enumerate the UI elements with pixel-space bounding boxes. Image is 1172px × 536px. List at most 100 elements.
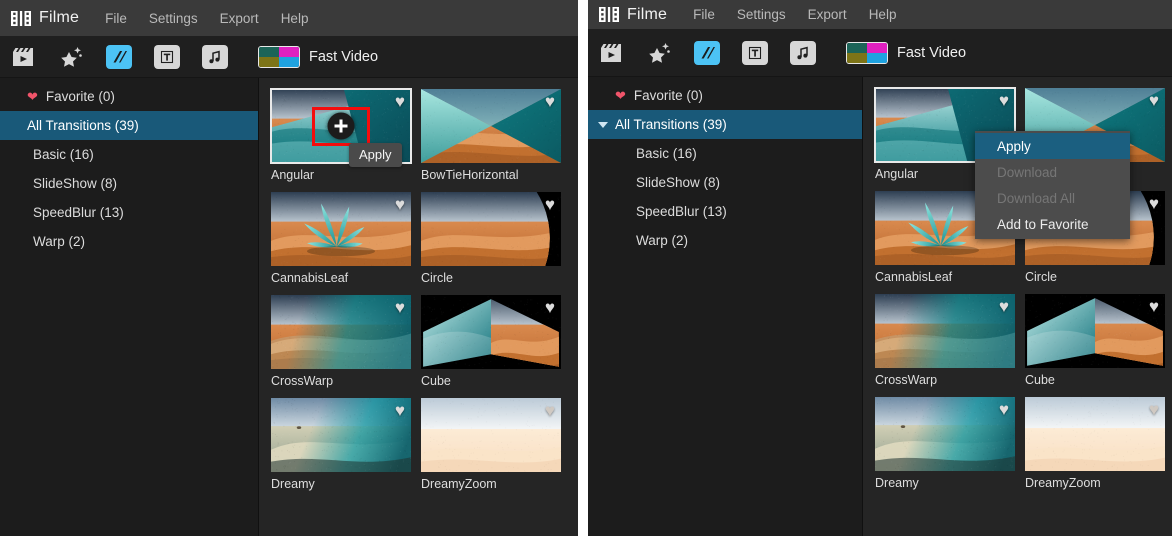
text-icon[interactable] — [154, 45, 180, 69]
menu-settings[interactable]: Settings — [737, 7, 786, 22]
transition-thumbnail[interactable]: ♥ — [271, 295, 411, 369]
app-brand: Filme — [11, 9, 79, 27]
fast-video-button[interactable]: Fast Video — [258, 46, 378, 68]
transition-card[interactable]: ♥ Dreamy — [271, 398, 411, 491]
favorite-heart-icon[interactable]: ♥ — [1149, 195, 1159, 212]
media-icon[interactable] — [598, 41, 624, 65]
transitions-icon[interactable] — [694, 41, 720, 65]
favorite-heart-icon[interactable]: ♥ — [545, 93, 555, 110]
menu-export[interactable]: Export — [220, 11, 259, 26]
transition-card[interactable]: ♥ Cube — [1025, 294, 1165, 387]
menu-settings[interactable]: Settings — [149, 11, 198, 26]
transition-thumbnail[interactable]: ♥ — [271, 192, 411, 266]
favorite-heart-icon[interactable]: ♥ — [395, 93, 405, 110]
transition-card[interactable]: ♥ Dreamy — [875, 397, 1015, 490]
transition-label: BowTieHorizontal — [421, 168, 561, 182]
right-body: ❤ Favorite (0) All Transitions (39) Basi… — [588, 77, 1172, 536]
transition-thumbnail[interactable]: ♥ — [1025, 397, 1165, 471]
app-title: Filme — [39, 9, 79, 27]
favorite-heart-icon[interactable]: ♥ — [395, 299, 405, 316]
sidebar-item-basic[interactable]: Basic (16) — [0, 140, 258, 169]
transition-thumbnail[interactable]: ♥ — [271, 398, 411, 472]
transition-label: DreamyZoom — [1025, 476, 1165, 490]
transition-card[interactable]: ♥ CrossWarp — [271, 295, 411, 388]
transition-thumbnail[interactable]: ♥ — [875, 397, 1015, 471]
favorite-heart-icon[interactable]: ♥ — [1149, 298, 1159, 315]
transition-thumbnail[interactable]: ♥ — [875, 294, 1015, 368]
sidebar-item-label: All Transitions (39) — [27, 118, 139, 133]
context-menu: Apply Download Download All Add to Favorite — [975, 131, 1130, 239]
menu-bar: Filme File Settings Export Help — [588, 0, 1172, 29]
fast-video-icon — [258, 46, 300, 68]
transition-label: Circle — [1025, 270, 1165, 284]
transition-card[interactable]: ♥ CannabisLeaf — [271, 192, 411, 285]
sidebar-item-label: Favorite (0) — [46, 89, 115, 104]
favorite-heart-icon[interactable]: ♥ — [999, 298, 1009, 315]
context-menu-item: Download All — [975, 185, 1130, 211]
sidebar-item-speedblur[interactable]: SpeedBlur (13) — [588, 197, 862, 226]
sidebar-item-favorite[interactable]: ❤ Favorite (0) — [588, 81, 862, 110]
text-icon[interactable] — [742, 41, 768, 65]
sidebar-item-warp[interactable]: Warp (2) — [0, 227, 258, 256]
transitions-icon[interactable] — [106, 45, 132, 69]
apply-tooltip: Apply — [349, 143, 402, 167]
transition-thumbnail[interactable]: ♥ — [421, 295, 561, 369]
favorite-heart-icon[interactable]: ♥ — [999, 92, 1009, 109]
app-brand: Filme — [599, 6, 667, 24]
audio-icon[interactable] — [202, 45, 228, 69]
favorite-heart-icon[interactable]: ♥ — [395, 196, 405, 213]
menu-help[interactable]: Help — [869, 7, 897, 22]
sidebar-item-label: SlideShow (8) — [636, 175, 720, 190]
transition-thumbnail[interactable]: ♥ — [421, 192, 561, 266]
sidebar: ❤ Favorite (0) All Transitions (39) Basi… — [0, 78, 259, 536]
transition-card[interactable]: ♥ CrossWarp — [875, 294, 1015, 387]
favorite-heart-icon[interactable]: ♥ — [999, 401, 1009, 418]
context-menu-item[interactable]: Apply — [975, 133, 1130, 159]
transition-label: CrossWarp — [271, 374, 411, 388]
favorite-heart-icon[interactable]: ♥ — [1149, 401, 1159, 418]
sidebar-item-label: Basic (16) — [33, 147, 94, 162]
menu-file[interactable]: File — [105, 11, 127, 26]
transition-card[interactable]: ♥ BowTieHorizontal — [421, 89, 561, 182]
transition-card[interactable]: ♥ DreamyZoom — [421, 398, 561, 491]
heart-icon: ❤ — [615, 89, 626, 102]
add-transition-button[interactable] — [328, 113, 355, 140]
favorite-heart-icon[interactable]: ♥ — [545, 299, 555, 316]
sidebar: ❤ Favorite (0) All Transitions (39) Basi… — [588, 77, 863, 536]
sidebar-item-slideshow[interactable]: SlideShow (8) — [588, 168, 862, 197]
transition-thumbnail[interactable]: ♥ — [421, 89, 561, 163]
sidebar-item-all-transitions[interactable]: All Transitions (39) — [0, 111, 258, 140]
transition-card[interactable]: ♥ DreamyZoom — [1025, 397, 1165, 490]
transition-card[interactable]: ♥ Circle — [421, 192, 561, 285]
favorite-heart-icon[interactable]: ♥ — [395, 402, 405, 419]
favorite-heart-icon[interactable]: ♥ — [545, 196, 555, 213]
favorite-heart-icon[interactable]: ♥ — [1149, 92, 1159, 109]
transition-label: Dreamy — [875, 476, 1015, 490]
sidebar-item-slideshow[interactable]: SlideShow (8) — [0, 169, 258, 198]
transition-thumbnail[interactable]: ♥ — [421, 398, 561, 472]
transition-thumbnail[interactable]: ♥ — [1025, 294, 1165, 368]
sidebar-item-label: Basic (16) — [636, 146, 697, 161]
transition-label: Circle — [421, 271, 561, 285]
menu-file[interactable]: File — [693, 7, 715, 22]
menu-help[interactable]: Help — [281, 11, 309, 26]
right-panel: Filme File Settings Export Help Fast Vid… — [588, 0, 1172, 536]
sidebar-item-warp[interactable]: Warp (2) — [588, 226, 862, 255]
sidebar-item-basic[interactable]: Basic (16) — [588, 139, 862, 168]
film-strip-icon — [599, 7, 619, 22]
media-icon[interactable] — [10, 45, 36, 69]
menu-export[interactable]: Export — [808, 7, 847, 22]
effects-icon[interactable] — [646, 41, 672, 65]
sidebar-item-favorite[interactable]: ❤ Favorite (0) — [0, 82, 258, 111]
audio-icon[interactable] — [790, 41, 816, 65]
context-menu-item[interactable]: Add to Favorite — [975, 211, 1130, 237]
transition-card[interactable]: ♥ Cube — [421, 295, 561, 388]
transitions-grid-wrap: ♥Angular♥BowTieHorizontal♥CannabisLeaf♥C… — [259, 78, 578, 536]
caret-down-icon[interactable] — [598, 122, 608, 128]
effects-icon[interactable] — [58, 45, 84, 69]
sidebar-item-speedblur[interactable]: SpeedBlur (13) — [0, 198, 258, 227]
transition-label: Cube — [1025, 373, 1165, 387]
fast-video-button[interactable]: Fast Video — [846, 42, 966, 64]
favorite-heart-icon[interactable]: ♥ — [545, 402, 555, 419]
sidebar-item-all-transitions[interactable]: All Transitions (39) — [588, 110, 862, 139]
